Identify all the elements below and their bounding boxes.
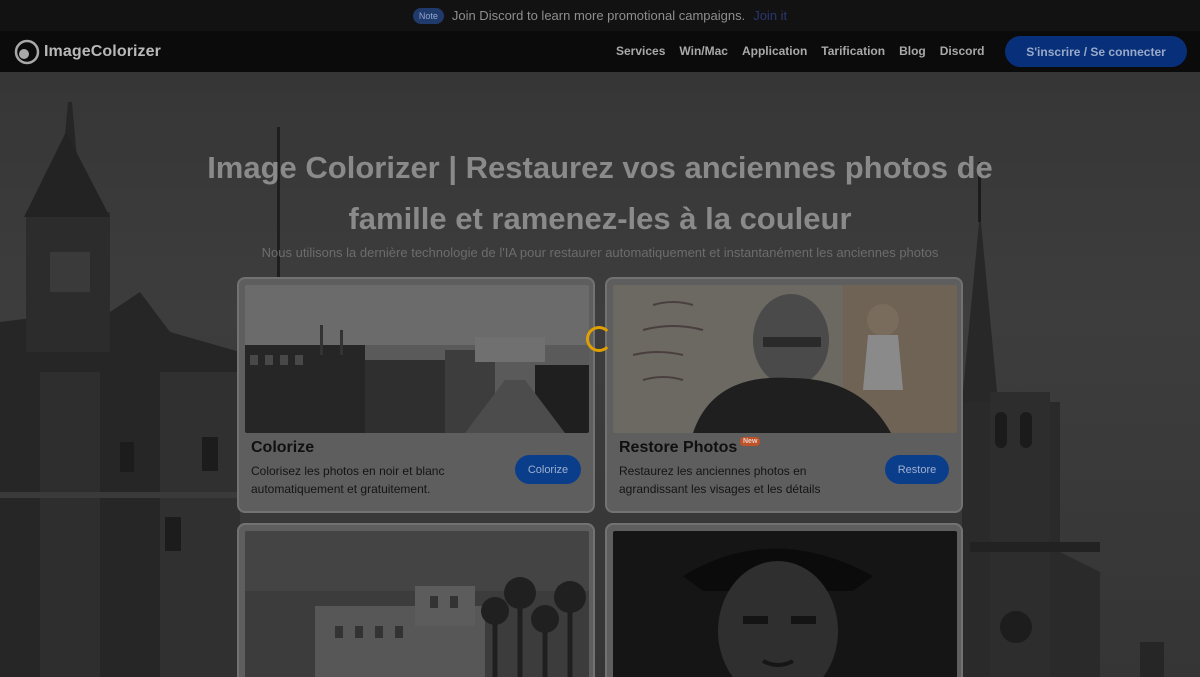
logo[interactable]: ImageColorizer — [14, 39, 161, 65]
restore-preview-image — [613, 285, 957, 433]
nav-link-services[interactable]: Services — [616, 44, 665, 58]
nav-link-winmac[interactable]: Win/Mac — [679, 44, 728, 58]
hero-section: Image Colorizer | Restaurez vos ancienne… — [0, 72, 1200, 677]
colorize-preview-image — [245, 285, 589, 433]
restore-button[interactable]: Restore — [885, 455, 949, 484]
nav-link-tarification[interactable]: Tarification — [821, 44, 885, 58]
restore-card-description: Restaurez les anciennes photos en agrand… — [619, 464, 821, 496]
brand-name: ImageColorizer — [44, 43, 161, 60]
colorize-button[interactable]: Colorize — [515, 455, 581, 484]
restore-card[interactable]: Restore Photos New Restaurez les ancienn… — [605, 277, 963, 513]
feature-card-3[interactable] — [237, 523, 595, 677]
new-badge: New — [740, 437, 761, 446]
restore-card-title: Restore Photos — [619, 439, 738, 456]
announcement-bar: Note Join Discord to learn more promotio… — [0, 0, 1200, 31]
loading-spinner-icon — [586, 326, 612, 352]
hero-title: Image Colorizer | Restaurez vos ancienne… — [207, 150, 993, 236]
colorize-card[interactable]: Colorize Colorisez les photos en noir et… — [237, 277, 595, 513]
feature-card-4[interactable] — [605, 523, 963, 677]
nav-link-discord[interactable]: Discord — [940, 44, 985, 58]
hero-subtitle: Nous utilisons la dernière technologie d… — [261, 245, 939, 260]
announcement-text: Join Discord to learn more promotional c… — [451, 8, 746, 23]
nav-links: Services Win/Mac Application Tarificatio… — [616, 44, 984, 58]
nav-link-application[interactable]: Application — [742, 44, 807, 58]
nav-link-blog[interactable]: Blog — [899, 44, 926, 58]
portrait-preview-image — [613, 531, 957, 677]
colorize-card-description: Colorisez les photos en noir et blanc au… — [251, 464, 445, 496]
announcement-link[interactable]: Join it — [753, 8, 787, 23]
logo-icon — [14, 39, 40, 65]
mansion-preview-image — [245, 531, 589, 677]
signin-button[interactable]: S'inscrire / Se connecter — [1005, 36, 1187, 67]
note-badge: Note — [412, 7, 444, 24]
colorize-card-title: Colorize — [251, 439, 315, 456]
